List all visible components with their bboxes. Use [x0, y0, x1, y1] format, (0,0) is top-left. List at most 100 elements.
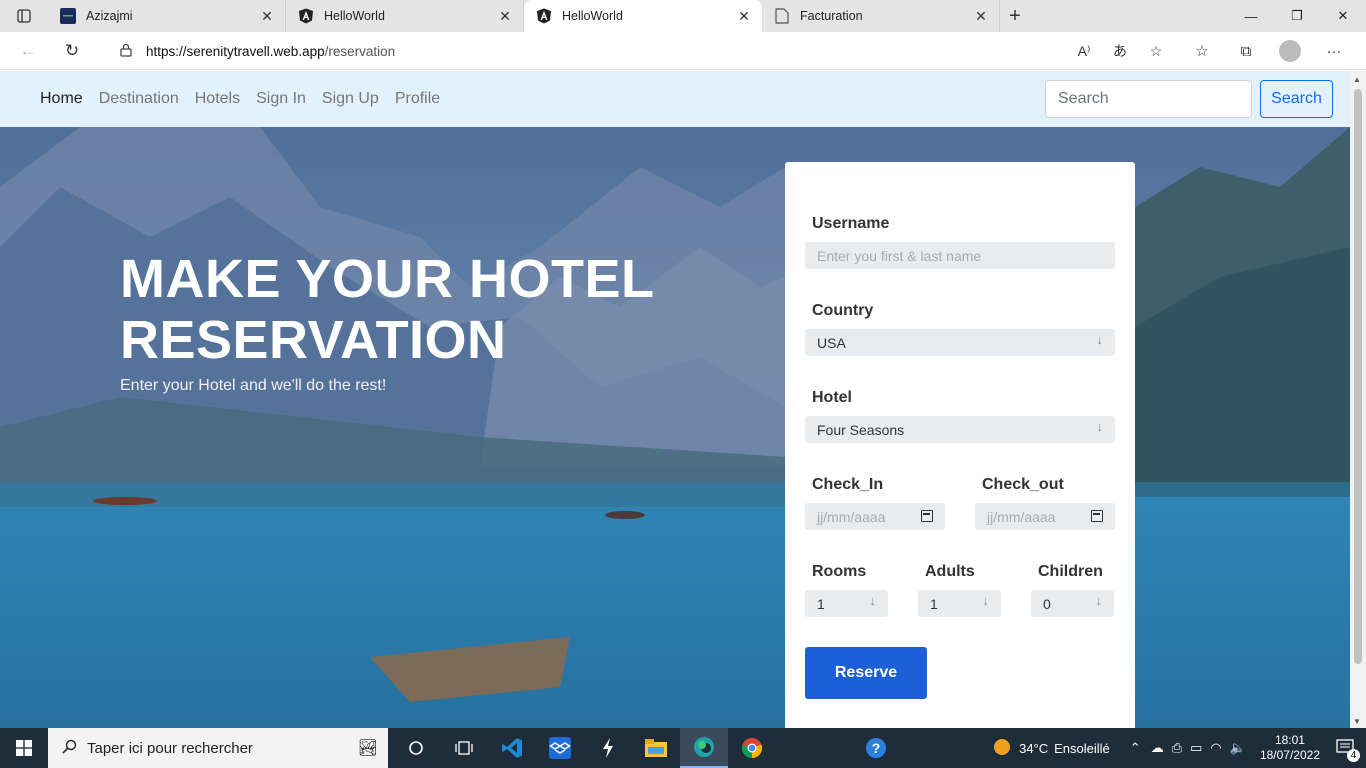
- tab-title: HelloWorld: [324, 9, 385, 23]
- scrollbar-thumb[interactable]: [1354, 89, 1362, 664]
- hero-title-line2: RESERVATION: [120, 310, 507, 370]
- nav-profile[interactable]: Profile: [395, 90, 440, 108]
- tab-title: HelloWorld: [562, 9, 623, 23]
- windows-start-icon[interactable]: [0, 728, 48, 768]
- url-path: /reservation: [324, 43, 396, 59]
- calendar-icon[interactable]: [1091, 510, 1103, 522]
- checkin-label: Check_In: [812, 476, 884, 493]
- refresh-icon[interactable]: ↻: [54, 35, 90, 67]
- address-bar: ← ↻ https://serenitytravell.web.app/rese…: [0, 32, 1366, 70]
- country-value: USA: [817, 334, 846, 351]
- nav-home[interactable]: Home: [40, 90, 83, 108]
- hotel-select[interactable]: Four Seasons ↓: [805, 416, 1115, 443]
- username-input[interactable]: Enter you first & last name: [805, 242, 1115, 269]
- arrow-down-icon: ↓: [1096, 419, 1104, 434]
- reserve-button[interactable]: Reserve: [805, 647, 927, 699]
- clock[interactable]: 18:01 18/07/2022: [1260, 733, 1320, 763]
- arrow-down-icon: ↓: [1095, 593, 1103, 608]
- translate-icon[interactable]: あ: [1102, 41, 1138, 61]
- tab-title: Azizajmi: [86, 9, 133, 23]
- chrome-icon[interactable]: [728, 728, 776, 768]
- close-icon[interactable]: ✕: [497, 8, 513, 24]
- webpage: Home Destination Hotels Sign In Sign Up …: [0, 71, 1350, 728]
- browser-tab-helloworld[interactable]: HelloWorld ✕: [286, 0, 524, 32]
- search-input[interactable]: [1045, 80, 1252, 118]
- angular-icon: [536, 8, 552, 24]
- browser-tab-azizajmi[interactable]: Azizajmi ✕: [48, 0, 286, 32]
- browser-tab-facturation[interactable]: Facturation ✕: [762, 0, 1000, 32]
- site-navbar: Home Destination Hotels Sign In Sign Up …: [0, 71, 1350, 127]
- volume-icon[interactable]: 🔈: [1230, 740, 1246, 756]
- hero-title-line1: MAKE YOUR HOTEL: [120, 249, 655, 309]
- adults-select[interactable]: 1 ↓: [918, 590, 1001, 617]
- hero-title: MAKE YOUR HOTEL RESERVATION: [120, 249, 655, 371]
- close-icon[interactable]: ✕: [973, 8, 989, 24]
- close-icon[interactable]: ✕: [736, 8, 752, 24]
- vscode-icon[interactable]: [488, 728, 536, 768]
- rooms-value: 1: [817, 595, 825, 612]
- site-icon: [60, 8, 76, 24]
- battery-icon[interactable]: ▭: [1190, 740, 1202, 756]
- help-icon[interactable]: ?: [852, 728, 900, 768]
- back-icon[interactable]: ←: [10, 35, 46, 67]
- search-highlight-icon: 🏞: [357, 740, 378, 757]
- checkin-input[interactable]: jj/mm/aaaa: [805, 503, 945, 530]
- search-button[interactable]: Search: [1260, 80, 1333, 118]
- cortana-icon[interactable]: [392, 728, 440, 768]
- edge-icon[interactable]: [680, 728, 728, 768]
- collections-icon[interactable]: ⧉: [1224, 36, 1268, 66]
- svg-text:?: ?: [872, 740, 881, 756]
- taskbar-search-placeholder: Taper ici pour rechercher: [87, 739, 253, 757]
- scroll-down-icon[interactable]: ▼: [1353, 717, 1361, 726]
- task-view-icon[interactable]: [440, 728, 488, 768]
- more-icon[interactable]: ···: [1312, 36, 1356, 66]
- favorites-icon[interactable]: ☆: [1180, 36, 1224, 66]
- taskbar-search[interactable]: Taper ici pour rechercher 🏞: [48, 728, 388, 768]
- read-aloud-icon[interactable]: A⁾: [1066, 43, 1102, 60]
- country-select[interactable]: USA ↓: [805, 329, 1115, 356]
- notification-icon[interactable]: 4: [1336, 738, 1360, 762]
- close-window-icon[interactable]: ✕: [1320, 0, 1366, 32]
- window-controls: — ❐ ✕: [1228, 0, 1366, 32]
- url-host: https://serenitytravell.web.app: [146, 43, 325, 59]
- system-tray: 34°C Ensoleillé ⌃ ☁ ⎙ ▭ ◠ 🔈 18:01 18/07/…: [993, 728, 1366, 768]
- close-icon[interactable]: ✕: [259, 8, 275, 24]
- new-tab-button[interactable]: +: [1000, 0, 1030, 32]
- children-select[interactable]: 0 ↓: [1031, 590, 1114, 617]
- tab-actions-icon[interactable]: [0, 0, 48, 32]
- nav-sign-up[interactable]: Sign Up: [322, 90, 379, 108]
- lock-icon: [120, 43, 132, 60]
- dropbox-icon[interactable]: [536, 728, 584, 768]
- add-favorite-icon[interactable]: ☆: [1138, 43, 1174, 60]
- wifi-icon[interactable]: ◠: [1210, 740, 1221, 756]
- chevron-up-icon[interactable]: ⌃: [1130, 740, 1141, 756]
- device-icon[interactable]: ⎙: [1172, 740, 1182, 756]
- calendar-icon[interactable]: [921, 510, 933, 522]
- hotel-value: Four Seasons: [817, 421, 905, 438]
- children-value: 0: [1043, 595, 1051, 612]
- scroll-up-icon[interactable]: ▲: [1353, 75, 1361, 84]
- weather-text: Ensoleillé: [1054, 740, 1110, 756]
- nav-sign-in[interactable]: Sign In: [256, 90, 306, 108]
- checkin-placeholder: jj/mm/aaaa: [817, 508, 886, 525]
- checkout-label: Check_out: [982, 476, 1064, 493]
- browser-tab-helloworld-active[interactable]: HelloWorld ✕: [524, 0, 762, 32]
- page-scrollbar[interactable]: ▲ ▼: [1350, 71, 1366, 728]
- cloud-icon[interactable]: ☁: [1151, 740, 1164, 756]
- app-bolt-icon[interactable]: [584, 728, 632, 768]
- nav-destination[interactable]: Destination: [99, 90, 179, 108]
- country-label: Country: [812, 302, 874, 319]
- url-field[interactable]: https://serenitytravell.web.app/reservat…: [100, 36, 1170, 66]
- url-actions: A⁾ あ ☆: [1066, 36, 1174, 66]
- minimize-icon[interactable]: —: [1228, 0, 1274, 32]
- document-icon: [774, 8, 790, 24]
- profile-avatar[interactable]: [1279, 40, 1301, 62]
- hero-section: MAKE YOUR HOTEL RESERVATION Enter your H…: [0, 127, 1350, 728]
- nav-hotels[interactable]: Hotels: [195, 90, 240, 108]
- checkout-input[interactable]: jj/mm/aaaa: [975, 503, 1115, 530]
- checkout-placeholder: jj/mm/aaaa: [987, 508, 1056, 525]
- rooms-select[interactable]: 1 ↓: [805, 590, 888, 617]
- file-explorer-icon[interactable]: [632, 728, 680, 768]
- restore-icon[interactable]: ❐: [1274, 0, 1320, 32]
- mountain-lake-background: [0, 127, 1350, 728]
